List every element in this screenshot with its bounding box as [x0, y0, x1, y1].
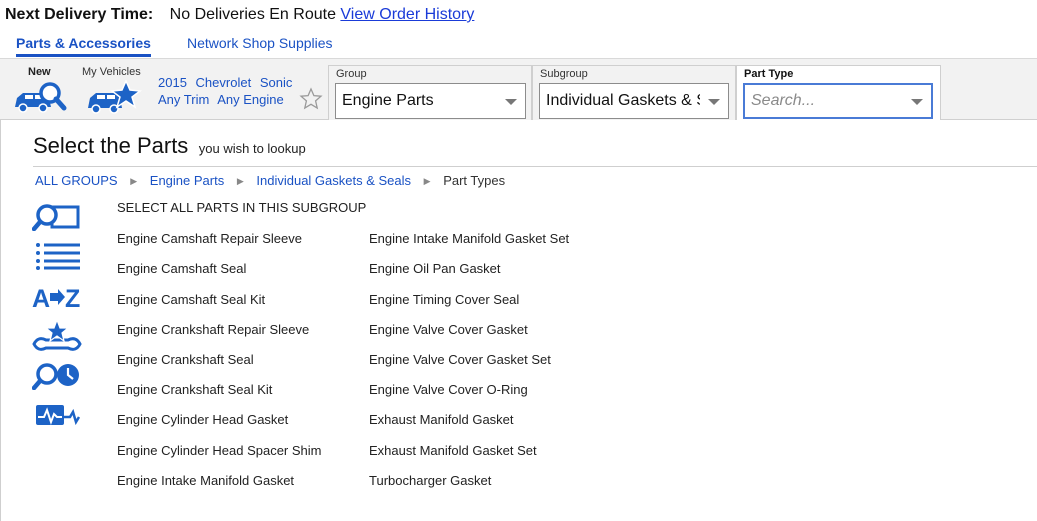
part-type-caption: Part Type	[744, 68, 794, 80]
new-vehicle-label: New	[28, 66, 51, 78]
my-vehicles-button[interactable]	[86, 79, 142, 114]
subgroup-dropdown[interactable]: Individual Gaskets & Seals	[539, 83, 729, 119]
car-search-icon	[15, 82, 67, 113]
breadcrumb: ALL GROUPS ▶ Engine Parts ▶ Individual G…	[35, 173, 505, 188]
my-vehicles-label: My Vehicles	[82, 66, 141, 78]
recent-search-button[interactable]	[31, 362, 82, 391]
delivery-bar: Next Delivery Time: No Deliveries En Rou…	[5, 6, 474, 24]
group-caption: Group	[336, 68, 367, 80]
vehicle-year: 2015	[158, 75, 187, 90]
tools-star-icon	[32, 318, 82, 351]
part-item[interactable]: Engine Intake Manifold Gasket	[117, 473, 294, 488]
delivery-label: Next Delivery Time:	[5, 6, 154, 23]
tab-network-shop-supplies[interactable]: Network Shop Supplies	[187, 35, 333, 51]
select-all-parts-link[interactable]: SELECT ALL PARTS IN THIS SUBGROUP	[117, 200, 366, 215]
chevron-down-icon	[708, 99, 720, 105]
part-item[interactable]: Engine Cylinder Head Gasket	[117, 412, 288, 427]
part-item[interactable]: Engine Crankshaft Repair Sleeve	[117, 322, 309, 337]
chevron-down-icon	[911, 99, 923, 105]
part-item[interactable]: Engine Timing Cover Seal	[369, 292, 519, 307]
page-title: Select the Parts	[33, 133, 189, 158]
content-border	[0, 120, 1, 521]
part-item[interactable]: Engine Valve Cover Gasket Set	[369, 352, 551, 367]
part-item[interactable]: Engine Valve Cover O-Ring	[369, 382, 528, 397]
subgroup-selector: Subgroup Individual Gaskets & Seals	[532, 65, 736, 120]
delivery-status: No Deliveries En Route	[169, 6, 336, 23]
part-item[interactable]: Engine Camshaft Seal	[117, 261, 246, 276]
group-selector: Group Engine Parts	[328, 65, 532, 120]
part-type-search-input[interactable]	[751, 92, 901, 110]
vehicle-model: Sonic	[259, 75, 293, 90]
breadcrumb-separator-icon: ▶	[236, 176, 244, 186]
tab-bar: Parts & Accessories Network Shop Supplie…	[0, 33, 1037, 59]
part-item[interactable]: Exhaust Manifold Gasket Set	[369, 443, 537, 458]
list-view-button[interactable]	[32, 242, 82, 270]
part-item[interactable]: Engine Camshaft Seal Kit	[117, 292, 265, 307]
view-order-history-link[interactable]: View Order History	[340, 6, 474, 23]
selected-vehicle-trim-engine[interactable]: Any Trim Any Engine	[158, 92, 289, 107]
tools-favorites-button[interactable]	[32, 318, 82, 351]
svg-text:A: A	[32, 285, 50, 311]
vehicle-make: Chevrolet	[195, 75, 252, 90]
breadcrumb-engine-parts[interactable]: Engine Parts	[150, 173, 224, 188]
car-star-icon	[88, 79, 142, 114]
search-clock-icon	[31, 363, 79, 391]
diagnostic-icon	[36, 405, 81, 426]
search-catalog-icon	[31, 204, 80, 232]
vehicle-toolbar: New My Vehicles 2015 Chevrolet Sonic Any…	[0, 59, 1037, 120]
breadcrumb-separator-icon: ▶	[130, 176, 138, 186]
subgroup-caption: Subgroup	[540, 68, 588, 80]
page-subtitle: you wish to lookup	[198, 141, 306, 156]
vehicle-engine: Any Engine	[217, 92, 284, 107]
a-to-z-button[interactable]: A Z	[32, 283, 82, 313]
breadcrumb-individual-gaskets[interactable]: Individual Gaskets & Seals	[256, 173, 411, 188]
list-view-icon	[36, 243, 80, 270]
favorite-vehicle-button[interactable]	[299, 87, 323, 111]
heading-divider	[33, 166, 1037, 167]
page-heading: Select the Parts you wish to lookup	[33, 133, 306, 159]
part-item[interactable]: Engine Camshaft Repair Sleeve	[117, 231, 302, 246]
breadcrumb-all-groups[interactable]: ALL GROUPS	[35, 173, 118, 188]
breadcrumb-separator-icon: ▶	[423, 176, 431, 186]
selected-vehicle-ymm[interactable]: 2015 Chevrolet Sonic	[158, 75, 297, 90]
star-outline-icon	[299, 87, 323, 110]
chevron-down-icon	[505, 99, 517, 105]
group-value: Engine Parts	[342, 92, 434, 109]
part-type-search[interactable]	[743, 83, 933, 119]
new-vehicle-button[interactable]	[13, 81, 68, 115]
group-dropdown[interactable]: Engine Parts	[335, 83, 526, 119]
part-item[interactable]: Turbocharger Gasket	[369, 473, 491, 488]
subgroup-value: Individual Gaskets & Seals	[546, 92, 700, 109]
part-type-selector: Part Type	[736, 65, 941, 120]
a-to-z-icon: A Z	[32, 285, 80, 313]
part-item[interactable]: Engine Cylinder Head Spacer Shim	[117, 443, 322, 458]
part-item[interactable]: Engine Crankshaft Seal Kit	[117, 382, 272, 397]
tab-parts-accessories[interactable]: Parts & Accessories	[16, 35, 151, 57]
breadcrumb-current: Part Types	[443, 173, 506, 188]
diagnostics-button[interactable]	[32, 403, 82, 431]
part-item[interactable]: Engine Valve Cover Gasket	[369, 322, 528, 337]
part-item[interactable]: Engine Crankshaft Seal	[117, 352, 254, 367]
search-catalog-button[interactable]	[31, 203, 82, 232]
part-item[interactable]: Exhaust Manifold Gasket	[369, 412, 514, 427]
svg-text:Z: Z	[65, 285, 80, 311]
vehicle-trim: Any Trim	[158, 92, 210, 107]
part-item[interactable]: Engine Oil Pan Gasket	[369, 261, 501, 276]
part-item[interactable]: Engine Intake Manifold Gasket Set	[369, 231, 569, 246]
